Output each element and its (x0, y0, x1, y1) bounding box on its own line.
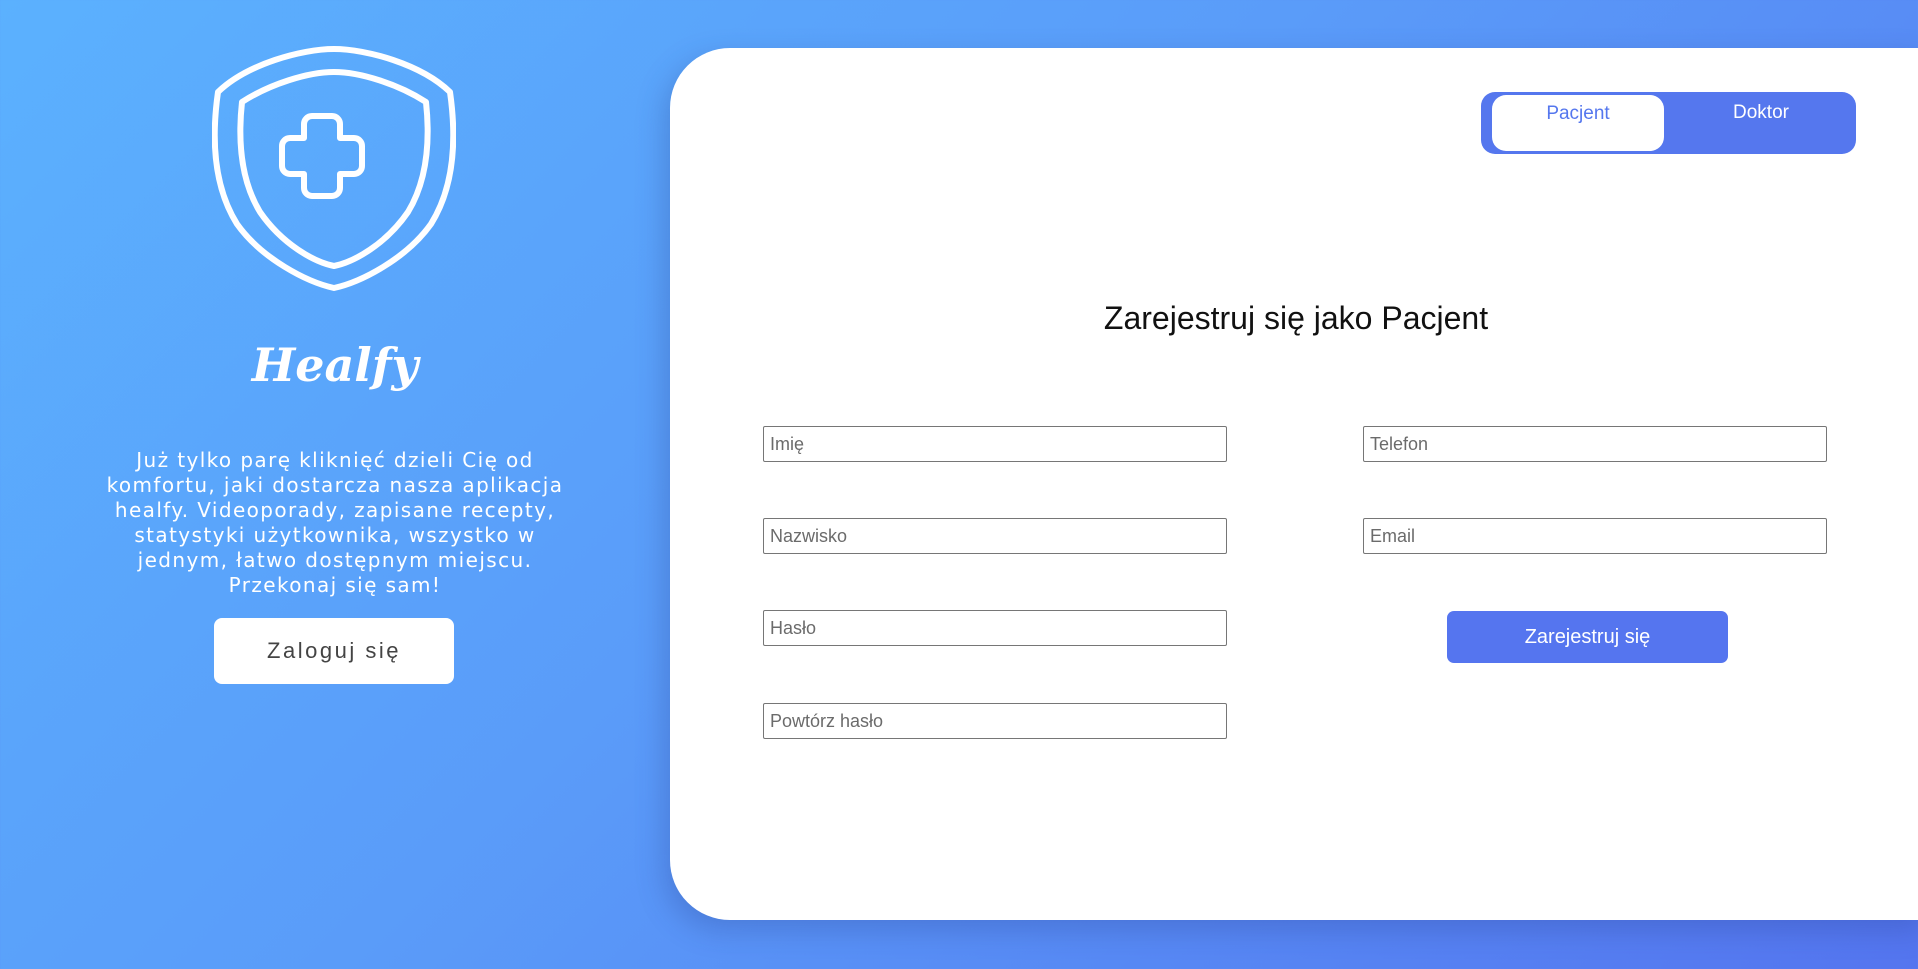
tab-doktor[interactable]: Doktor (1671, 92, 1851, 154)
last-name-field[interactable] (763, 518, 1227, 554)
repeat-password-field[interactable] (763, 703, 1227, 739)
role-toggle: Pacjent Doktor (1481, 92, 1856, 154)
tab-pacjent[interactable]: Pacjent (1492, 95, 1664, 151)
register-button[interactable]: Zarejestruj się (1447, 611, 1728, 663)
first-name-field[interactable] (763, 426, 1227, 462)
shield-medical-cross-icon (212, 44, 456, 292)
email-field[interactable] (1363, 518, 1827, 554)
phone-field[interactable] (1363, 426, 1827, 462)
brand-name: Healfy (251, 338, 419, 392)
register-card: Pacjent Doktor Zarejestruj się jako Pacj… (670, 48, 1918, 920)
brand-panel: Healfy Już tylko parę kliknięć dzieli Ci… (0, 0, 670, 969)
login-button[interactable]: Zaloguj się (214, 618, 454, 684)
tagline: Już tylko parę kliknięć dzieli Cię od ko… (106, 448, 564, 597)
password-field[interactable] (763, 610, 1227, 646)
form-title: Zarejestruj się jako Pacjent (1103, 300, 1489, 336)
